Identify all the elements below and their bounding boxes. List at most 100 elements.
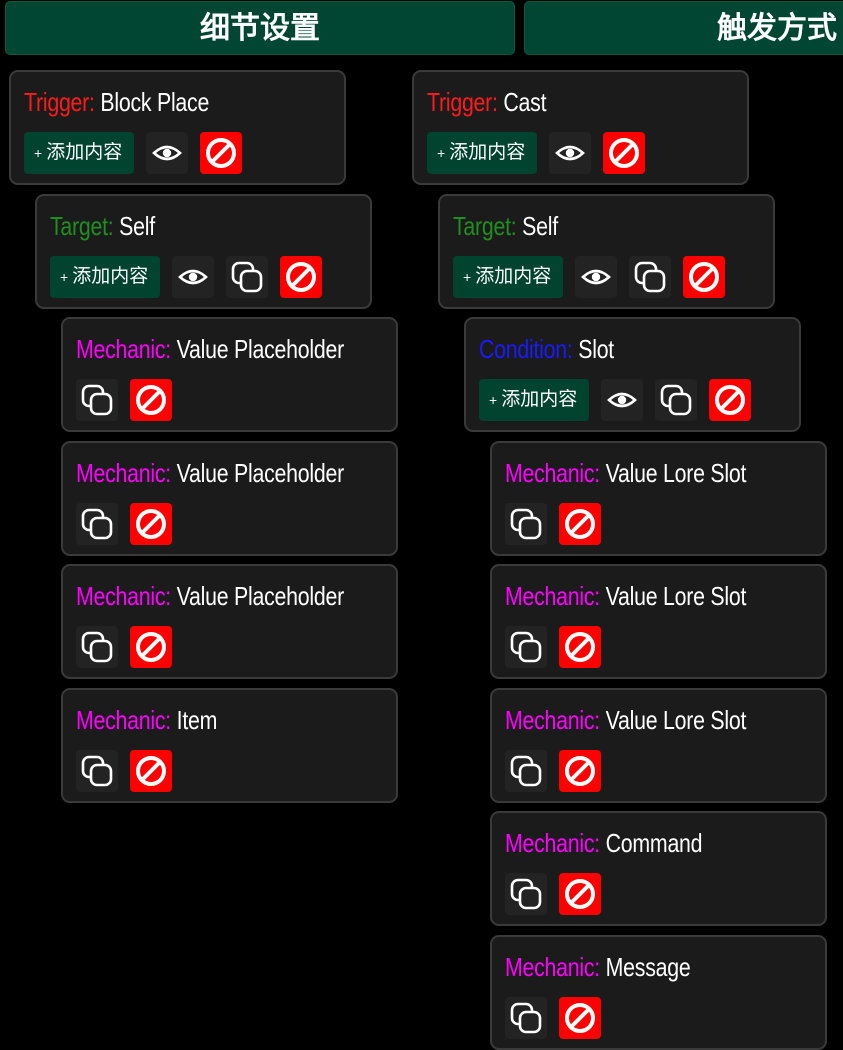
- mechanic-card[interactable]: Mechanic: Value Lore Slot: [490, 688, 827, 803]
- delete-button[interactable]: [603, 132, 646, 174]
- eye-button[interactable]: [575, 256, 618, 298]
- eye-button[interactable]: [172, 256, 215, 298]
- copy-icon: [509, 1001, 543, 1035]
- mechanic-card[interactable]: Mechanic: Value Lore Slot: [490, 441, 827, 556]
- copy-button[interactable]: [655, 379, 698, 421]
- delete-button[interactable]: [709, 379, 752, 421]
- delete-icon: [284, 260, 318, 294]
- delete-button[interactable]: [130, 503, 172, 545]
- mechanic-card[interactable]: Mechanic: Value Placeholder: [61, 441, 398, 556]
- copy-button[interactable]: [505, 997, 547, 1039]
- eye-icon: [152, 143, 183, 163]
- copy-button[interactable]: [505, 750, 547, 792]
- delete-button[interactable]: [683, 256, 726, 298]
- card-title: Condition: Slot: [479, 334, 614, 365]
- delete-icon: [713, 383, 747, 417]
- eye-button[interactable]: [601, 379, 644, 421]
- card-actions: + 添加内容: [50, 256, 334, 298]
- add-content-label: 添加内容: [501, 389, 578, 410]
- delete-icon: [134, 507, 168, 541]
- copy-button[interactable]: [629, 256, 672, 298]
- mechanic-label: Mechanic:: [505, 458, 600, 488]
- copy-button[interactable]: [76, 379, 118, 421]
- copy-icon: [80, 754, 114, 788]
- copy-button[interactable]: [76, 503, 118, 545]
- copy-icon: [509, 877, 543, 911]
- card-actions: + 添加内容: [453, 256, 737, 298]
- target-label: Target:: [453, 211, 517, 241]
- copy-button[interactable]: [76, 750, 118, 792]
- delete-icon: [204, 136, 238, 170]
- delete-button[interactable]: [559, 626, 601, 668]
- delete-button[interactable]: [130, 626, 172, 668]
- add-content-button[interactable]: + 添加内容: [427, 132, 538, 174]
- card-actions: [505, 626, 613, 668]
- copy-icon: [80, 383, 114, 417]
- mechanic-label: Mechanic:: [505, 952, 600, 982]
- add-content-button[interactable]: + 添加内容: [50, 256, 161, 298]
- delete-icon: [563, 754, 597, 788]
- card-title: Trigger: Block Place: [24, 87, 209, 118]
- card-value: Self: [522, 211, 558, 241]
- delete-button[interactable]: [559, 750, 601, 792]
- add-content-button[interactable]: + 添加内容: [24, 132, 135, 174]
- card-value: Self: [119, 211, 155, 241]
- target-card[interactable]: Target: Self + 添加内容: [35, 194, 372, 309]
- delete-button[interactable]: [559, 873, 601, 915]
- delete-button[interactable]: [280, 256, 323, 298]
- card-actions: [76, 626, 184, 668]
- copy-button[interactable]: [226, 256, 269, 298]
- delete-icon: [687, 260, 721, 294]
- mechanic-card[interactable]: Mechanic: Item: [61, 688, 398, 803]
- plus-icon: +: [60, 269, 69, 285]
- delete-button[interactable]: [130, 750, 172, 792]
- copy-icon: [509, 507, 543, 541]
- delete-icon: [563, 877, 597, 911]
- card-value: Value Lore Slot: [605, 705, 747, 735]
- card-value: Slot: [578, 334, 614, 364]
- copy-icon: [80, 630, 114, 664]
- target-card[interactable]: Target: Self + 添加内容: [438, 194, 775, 309]
- card-value: Command: [605, 828, 703, 858]
- trigger-label: Trigger:: [427, 87, 498, 117]
- add-content-button[interactable]: + 添加内容: [479, 379, 590, 421]
- card-actions: [505, 503, 613, 545]
- delete-button[interactable]: [130, 379, 172, 421]
- trigger-card[interactable]: Trigger: Block Place + 添加内容: [9, 70, 346, 185]
- card-title: Mechanic: Value Placeholder: [76, 458, 344, 489]
- delete-icon: [134, 383, 168, 417]
- mechanic-label: Mechanic:: [505, 581, 600, 611]
- mechanic-card[interactable]: Mechanic: Message: [490, 935, 827, 1050]
- copy-button[interactable]: [505, 503, 547, 545]
- condition-card[interactable]: Condition: Slot + 添加内容: [464, 317, 801, 432]
- copy-icon: [509, 754, 543, 788]
- card-value: Value Placeholder: [176, 458, 345, 488]
- copy-button[interactable]: [505, 873, 547, 915]
- mechanic-card[interactable]: Mechanic: Value Lore Slot: [490, 564, 827, 679]
- mechanic-label: Mechanic:: [505, 828, 600, 858]
- card-value: Value Lore Slot: [605, 581, 747, 611]
- copy-button[interactable]: [76, 626, 118, 668]
- trigger-label: Trigger:: [24, 87, 95, 117]
- plus-icon: +: [463, 269, 472, 285]
- mechanic-card[interactable]: Mechanic: Value Placeholder: [61, 317, 398, 432]
- card-actions: [505, 750, 613, 792]
- delete-button[interactable]: [559, 997, 601, 1039]
- card-actions: + 添加内容: [427, 132, 657, 174]
- delete-button[interactable]: [200, 132, 243, 174]
- eye-icon: [555, 143, 586, 163]
- copy-button[interactable]: [505, 626, 547, 668]
- mechanic-card[interactable]: Mechanic: Command: [490, 811, 827, 926]
- card-title: Mechanic: Item: [76, 705, 217, 736]
- eye-button[interactable]: [549, 132, 592, 174]
- card-value: Cast: [503, 87, 547, 117]
- add-content-button[interactable]: + 添加内容: [453, 256, 564, 298]
- mechanic-card[interactable]: Mechanic: Value Placeholder: [61, 564, 398, 679]
- copy-icon: [633, 260, 667, 294]
- eye-button[interactable]: [146, 132, 189, 174]
- card-title: Mechanic: Value Placeholder: [76, 581, 344, 612]
- delete-button[interactable]: [559, 503, 601, 545]
- trigger-card[interactable]: Trigger: Cast + 添加内容: [412, 70, 749, 185]
- copy-icon: [659, 383, 693, 417]
- plus-icon: +: [489, 392, 498, 408]
